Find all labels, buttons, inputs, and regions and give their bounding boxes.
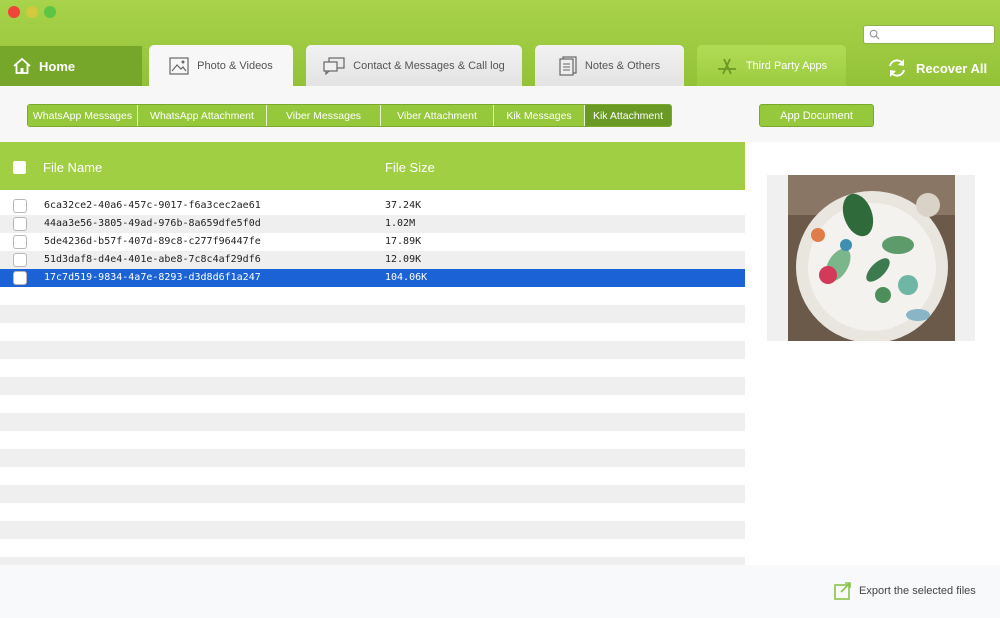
preview-panel <box>767 175 975 341</box>
subtab-kik-messages[interactable]: Kik Messages <box>494 105 585 126</box>
tab-label: Contact & Messages & Call log <box>353 59 505 72</box>
tab-label: Photo & Videos <box>197 59 273 72</box>
subtab-label: Kik Messages <box>506 109 572 122</box>
photo-icon <box>169 56 189 75</box>
subtab-whatsapp-attachment[interactable]: WhatsApp Attachment <box>138 105 267 126</box>
file-list: 6ca32ce2-40a6-457c-9017-f6a3cec2ae61 37.… <box>0 197 745 287</box>
export-icon <box>834 582 851 600</box>
row-checkbox[interactable] <box>13 271 27 285</box>
tab-label: Third Party Apps <box>745 59 828 72</box>
subtab-viber-attachment[interactable]: Viber Attachment <box>381 105 494 126</box>
tab-contact-messages[interactable]: Contact & Messages & Call log <box>306 45 522 86</box>
file-size: 1.02M <box>385 218 416 229</box>
subtab-kik-attachment[interactable]: Kik Attachment <box>585 105 671 126</box>
empty-rows <box>0 287 745 565</box>
file-size: 104.06K <box>385 272 428 283</box>
file-name: 17c7d519-9834-4a7e-8293-d3d8d6f1a247 <box>44 272 261 283</box>
subtab-whatsapp-messages[interactable]: WhatsApp Messages <box>28 105 138 126</box>
tab-third-party-apps[interactable]: Third Party Apps <box>697 45 846 86</box>
preview-image <box>788 175 955 341</box>
notes-icon <box>559 55 577 76</box>
home-icon <box>13 57 31 74</box>
refresh-icon <box>889 59 905 77</box>
tab-notes-others[interactable]: Notes & Others <box>535 45 684 86</box>
file-name: 5de4236d-b57f-407d-89c8-c277f96447fe <box>44 236 261 247</box>
export-selected-button[interactable]: Export the selected files <box>834 581 976 600</box>
row-checkbox[interactable] <box>13 217 27 231</box>
window-maximize-button[interactable] <box>44 6 56 18</box>
row-checkbox[interactable] <box>13 253 27 267</box>
row-checkbox[interactable] <box>13 199 27 213</box>
subtab-label: WhatsApp Attachment <box>150 109 254 122</box>
home-label: Home <box>39 58 76 74</box>
app-document-button[interactable]: App Document <box>759 104 874 127</box>
file-size: 12.09K <box>385 254 422 265</box>
export-label: Export the selected files <box>859 584 976 597</box>
app-subtabs: WhatsApp Messages WhatsApp Attachment Vi… <box>27 104 672 127</box>
row-checkbox[interactable] <box>13 235 27 249</box>
recover-all-label: Recover All <box>916 60 988 76</box>
table-row[interactable]: 51d3daf8-d4e4-401e-abe8-7c8c4af29df6 12.… <box>0 251 745 269</box>
recover-all-button[interactable]: Recover All <box>886 56 987 80</box>
messages-icon <box>323 56 345 75</box>
subtab-label: WhatsApp Messages <box>32 109 133 122</box>
table-header <box>0 142 745 190</box>
subtab-viber-messages[interactable]: Viber Messages <box>267 105 381 126</box>
home-button[interactable]: Home <box>0 46 142 86</box>
subtab-label: Viber Messages <box>285 109 362 122</box>
subtab-label: Viber Attachment <box>397 109 477 122</box>
app-document-label: App Document <box>780 109 853 122</box>
file-name: 44aa3e56-3805-49ad-976b-8a659dfe5f0d <box>44 218 261 229</box>
table-row[interactable]: 44aa3e56-3805-49ad-976b-8a659dfe5f0d 1.0… <box>0 215 745 233</box>
file-size: 17.89K <box>385 236 422 247</box>
file-size: 37.24K <box>385 200 422 211</box>
window-close-button[interactable] <box>8 6 20 18</box>
search-icon <box>869 29 880 40</box>
tab-label: Notes & Others <box>584 59 661 72</box>
search-box <box>863 25 995 44</box>
column-header-file-name[interactable]: File Name <box>43 160 102 175</box>
file-name: 51d3daf8-d4e4-401e-abe8-7c8c4af29df6 <box>44 254 261 265</box>
table-row[interactable]: 5de4236d-b57f-407d-89c8-c277f96447fe 17.… <box>0 233 745 251</box>
subtab-label: Kik Attachment <box>592 109 664 122</box>
app-store-icon <box>717 58 736 74</box>
select-all-checkbox[interactable] <box>13 161 26 174</box>
table-row[interactable]: 6ca32ce2-40a6-457c-9017-f6a3cec2ae61 37.… <box>0 197 745 215</box>
tab-photo-videos[interactable]: Photo & Videos <box>149 45 293 86</box>
column-header-file-size[interactable]: File Size <box>385 160 435 175</box>
table-row-selected[interactable]: 17c7d519-9834-4a7e-8293-d3d8d6f1a247 104… <box>0 269 745 287</box>
search-input[interactable] <box>884 27 992 42</box>
file-name: 6ca32ce2-40a6-457c-9017-f6a3cec2ae61 <box>44 200 261 211</box>
window-minimize-button[interactable] <box>26 6 38 18</box>
